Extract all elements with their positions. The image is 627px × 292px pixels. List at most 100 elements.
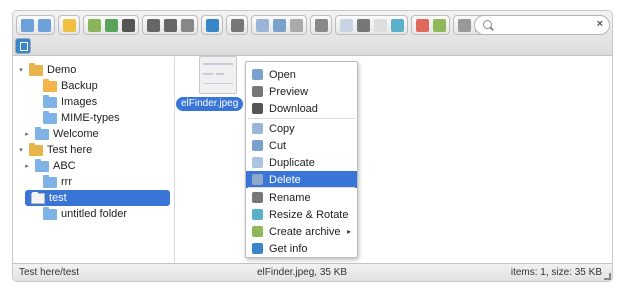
forward-icon-glyph <box>37 18 51 32</box>
tree-item-rrr[interactable]: rrr <box>31 174 72 190</box>
context-menu-copy[interactable]: Copy <box>246 120 357 137</box>
upload-icon[interactable] <box>145 17 161 33</box>
context-menu-delete[interactable]: Delete <box>246 171 357 188</box>
tree-item-demo[interactable]: ▾ Demo <box>17 62 76 78</box>
archive-icon-glyph <box>432 18 446 32</box>
view-icon[interactable] <box>456 17 472 33</box>
context-menu: Open Preview Download Copy Cut Duplicate Delet… <box>245 61 358 258</box>
archive-icon[interactable] <box>431 17 447 33</box>
expand-arrow-icon[interactable]: ▸ <box>23 162 31 170</box>
folder-tree: ▾ Demo Backup Images MIME-types ▸ Welcome ▾ Test… <box>13 57 175 264</box>
back-icon[interactable] <box>19 17 35 33</box>
open-icon-glyph <box>87 18 101 32</box>
resize-grip-icon[interactable] <box>604 273 611 280</box>
download-icon <box>252 103 263 114</box>
info-icon <box>252 243 263 254</box>
edit-icon[interactable] <box>372 17 388 33</box>
thumbnail-line <box>203 63 233 65</box>
tree-item-abc[interactable]: ▸ ABC <box>23 158 76 174</box>
backup-folder-icon <box>43 78 57 92</box>
tree-item-mime-types[interactable]: MIME-types <box>31 110 120 126</box>
paste-icon[interactable] <box>288 17 304 33</box>
context-menu-download[interactable]: Download <box>246 100 357 117</box>
info-icon[interactable] <box>15 38 31 54</box>
context-menu-label: Open <box>269 68 296 81</box>
open-icon[interactable] <box>86 17 102 33</box>
context-menu-label: Preview <box>269 85 309 98</box>
context-menu-label: Delete <box>269 173 301 186</box>
context-menu-preview[interactable]: Preview <box>246 83 357 100</box>
search-input[interactable] <box>497 18 587 32</box>
clear-search-icon[interactable]: × <box>597 18 603 30</box>
copy-icon-glyph <box>255 18 269 32</box>
paste-icon-glyph <box>289 18 303 32</box>
expand-arrow-icon[interactable]: ▸ <box>23 130 31 138</box>
context-menu-open[interactable]: Open <box>246 66 357 83</box>
tree-item-images[interactable]: Images <box>31 94 97 110</box>
rm-icon[interactable] <box>313 17 329 33</box>
extract-icon[interactable] <box>414 17 430 33</box>
context-menu-label: Create archive <box>269 225 341 238</box>
thumbnail-line <box>216 73 224 75</box>
tree-item-label: test <box>49 192 67 204</box>
save-icon[interactable] <box>120 17 136 33</box>
download-icon[interactable] <box>103 17 119 33</box>
tree-item-label: MIME-types <box>61 112 120 124</box>
context-menu-label: Copy <box>269 122 295 135</box>
view-icon-glyph <box>457 18 471 32</box>
toolbar-group <box>201 15 223 35</box>
tree-item-welcome[interactable]: ▸ Welcome <box>23 126 99 142</box>
status-summary: items: 1, size: 35 KB <box>510 267 602 278</box>
context-menu-label: Get info <box>269 242 308 255</box>
status-selected: elFinder.jpeg, 35 KB <box>257 267 348 278</box>
rename-icon-glyph <box>356 18 370 32</box>
collapse-arrow-icon[interactable]: ▾ <box>17 146 25 154</box>
upload-icon-glyph <box>146 18 160 32</box>
context-menu-label: Cut <box>269 139 287 152</box>
tree-item-label: Welcome <box>53 128 99 140</box>
context-menu-duplicate[interactable]: Duplicate <box>246 154 357 171</box>
context-menu-create-archive[interactable]: Create archive ▸ <box>246 223 357 240</box>
rm-icon-glyph <box>314 18 328 32</box>
cut-icon <box>252 140 263 151</box>
toolbar-group <box>58 15 80 35</box>
menu-separator <box>248 187 355 188</box>
context-menu-label: Rename <box>269 191 311 204</box>
download-icon-glyph <box>104 18 118 32</box>
search-box[interactable]: × <box>474 15 610 35</box>
edit-icon-glyph <box>373 18 387 32</box>
tree-item-untitled-folder[interactable]: untitled folder <box>31 206 127 222</box>
file-thumbnail[interactable] <box>199 56 237 94</box>
mkdir-icon[interactable] <box>162 17 178 33</box>
home-icon[interactable] <box>61 17 77 33</box>
file-grid[interactable] <box>176 57 612 264</box>
cut-icon[interactable] <box>271 17 287 33</box>
toolbar-group <box>335 15 408 35</box>
collapse-arrow-icon[interactable]: ▾ <box>17 66 25 74</box>
context-menu-resize-rotate[interactable]: Resize & Rotate <box>246 206 357 223</box>
tree-item-test[interactable]: test <box>25 190 170 206</box>
folder-icon <box>43 206 57 220</box>
forward-icon[interactable] <box>36 17 52 33</box>
duplicate-icon-glyph <box>339 18 353 32</box>
file-name-label[interactable]: elFinder.jpeg <box>176 97 244 111</box>
resize-icon[interactable] <box>389 17 405 33</box>
info-icon[interactable] <box>204 17 220 33</box>
duplicate-icon[interactable] <box>338 17 354 33</box>
mkfile-icon[interactable] <box>179 17 195 33</box>
mkdir-icon-glyph <box>163 18 177 32</box>
toolbar-group <box>83 15 139 35</box>
tree-item-label: Test here <box>47 144 93 156</box>
tree-item-label: Images <box>61 96 98 108</box>
context-menu-cut[interactable]: Cut <box>246 137 357 154</box>
tree-item-test-here[interactable]: ▾ Test here <box>17 142 92 158</box>
submenu-arrow-icon: ▸ <box>346 227 351 236</box>
status-path: Test here/test <box>19 267 80 278</box>
copy-icon[interactable] <box>254 17 270 33</box>
rename-icon[interactable] <box>355 17 371 33</box>
tree-item-backup[interactable]: Backup <box>31 78 98 94</box>
quicklook-icon[interactable] <box>229 17 245 33</box>
context-menu-get-info[interactable]: Get info <box>246 240 357 257</box>
context-menu-label: Resize & Rotate <box>269 208 349 221</box>
context-menu-rename[interactable]: Rename <box>246 189 357 206</box>
